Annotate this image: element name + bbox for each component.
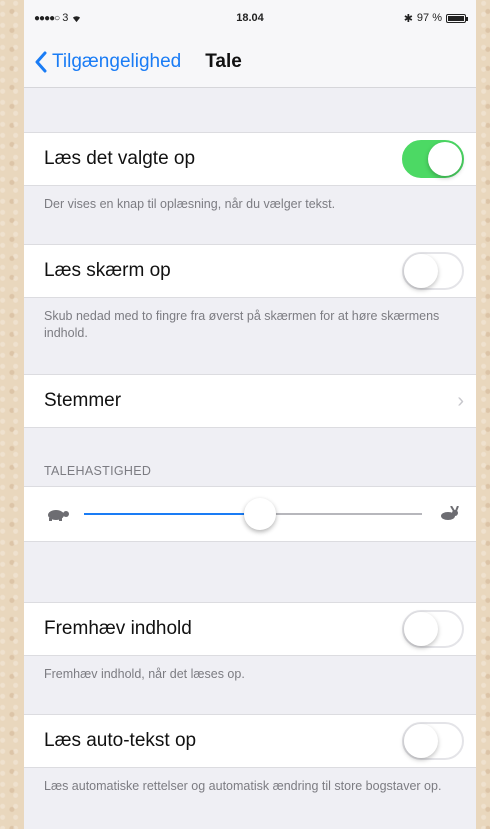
speaking-rate-header: TALEHASTIGHED	[44, 464, 152, 478]
speak-selection-footer: Der vises en knap til oplæsning, når du …	[44, 197, 336, 211]
speak-auto-text-row: Læs auto-tekst op	[24, 714, 476, 768]
toggle-knob	[428, 142, 462, 176]
speak-screen-label: Læs skærm op	[44, 260, 171, 281]
turtle-icon	[48, 510, 69, 521]
settings-screen: ●●●●○ 3 18.04 ✱ 97 % Tilgængelighed Tale…	[24, 0, 476, 829]
back-button[interactable]: Tilgængelighed	[34, 51, 181, 73]
toggle-knob	[404, 254, 438, 288]
speak-auto-text-toggle[interactable]	[402, 722, 464, 760]
navigation-bar: Tilgængelighed Tale	[24, 36, 476, 88]
hare-icon	[441, 506, 459, 520]
status-time: 18.04	[236, 12, 264, 24]
speaking-rate-slider[interactable]	[84, 497, 422, 531]
highlight-content-toggle[interactable]	[402, 610, 464, 648]
battery-percent: 97 %	[416, 12, 442, 24]
speak-screen-footer: Skub nedad med to fingre fra øverst på s…	[44, 309, 440, 340]
slider-thumb[interactable]	[243, 498, 276, 530]
bluetooth-icon: ✱	[403, 12, 413, 25]
speak-auto-text-footer: Læs automatiske rettelser og automatisk …	[44, 779, 442, 793]
speak-screen-row: Læs skærm op	[24, 244, 476, 298]
toggle-knob	[404, 612, 438, 646]
speak-screen-toggle[interactable]	[402, 252, 464, 290]
speak-selection-row: Læs det valgte op	[24, 132, 476, 186]
speak-selection-toggle[interactable]	[402, 140, 464, 178]
speak-auto-text-label: Læs auto-tekst op	[44, 730, 197, 751]
voices-label: Stemmer	[44, 390, 122, 411]
toggle-knob	[404, 724, 438, 758]
voices-row[interactable]: Stemmer ›	[24, 374, 476, 428]
status-bar: ●●●●○ 3 18.04 ✱ 97 %	[24, 0, 476, 36]
battery-icon	[446, 13, 468, 23]
speaking-rate-row	[24, 486, 476, 542]
chevron-left-icon	[35, 51, 47, 72]
highlight-content-label: Fremhæv indhold	[44, 618, 192, 639]
back-label: Tilgængelighed	[52, 50, 182, 72]
speak-selection-label: Læs det valgte op	[44, 148, 196, 169]
page-title: Tale	[205, 50, 242, 72]
signal-strength-icon: ●●●●○	[34, 12, 60, 24]
carrier-name: 3	[62, 12, 69, 24]
chevron-right-icon: ›	[457, 389, 464, 412]
highlight-content-footer: Fremhæv indhold, når det læses op.	[44, 667, 245, 681]
highlight-content-row: Fremhæv indhold	[24, 602, 476, 656]
wifi-icon	[73, 15, 81, 22]
